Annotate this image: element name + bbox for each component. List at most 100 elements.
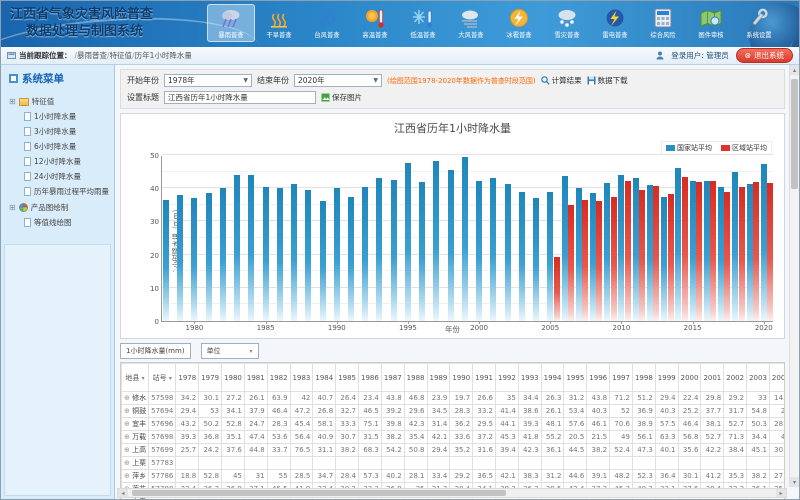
value-cell: 40.3 — [655, 405, 678, 418]
sidebar-title: 系统菜单 — [1, 65, 114, 91]
tree-group-products[interactable]: ⊞产品图绘制 — [9, 202, 112, 213]
chart-title-input[interactable]: 江西省历年1小时降水量 — [164, 91, 316, 104]
year-header-1980[interactable]: 1980 — [222, 364, 245, 392]
vertical-scrollbar[interactable]: ▴ ▾ — [789, 65, 799, 487]
logout-button[interactable]: ⊗ 退出系统 — [736, 48, 793, 63]
sidebar-item-等值线绘图[interactable]: 等值线绘图 — [9, 215, 112, 230]
year-header-1997[interactable]: 1997 — [610, 364, 633, 392]
year-header-1992[interactable]: 1992 — [495, 364, 518, 392]
horizontal-scrollbar[interactable]: ◂ ▸ — [117, 488, 787, 498]
value-cell: 48.1 — [541, 418, 564, 431]
save-image-button[interactable]: 保存图片 — [321, 92, 362, 103]
expand-radio-icon[interactable]: ⊕ — [124, 446, 130, 454]
table-type-button[interactable]: 1小时降水量(mm) — [120, 343, 191, 359]
chart-title: 江西省历年1小时降水量 — [121, 114, 784, 136]
breadcrumb-item[interactable]: 特征值 — [110, 51, 133, 60]
sidebar-item-12小时降水量[interactable]: 12小时降水量 — [9, 154, 112, 169]
year-header-1986[interactable]: 1986 — [359, 364, 382, 392]
region-cell[interactable]: ⊕ 铜鼓 — [122, 405, 149, 418]
region-cell[interactable]: ⊕ 宜丰 — [122, 418, 149, 431]
year-header-1999[interactable]: 1999 — [655, 364, 678, 392]
search-icon — [541, 76, 550, 85]
region-cell[interactable]: ⊕ 上高 — [122, 444, 149, 457]
breadcrumb-item[interactable]: 暴雨普查 — [77, 51, 107, 60]
toolbar-item-gale[interactable]: 大风普查 — [447, 4, 495, 42]
year-header-1987[interactable]: 1987 — [381, 364, 404, 392]
breadcrumb-item[interactable]: 历年1小时降水量 — [135, 51, 192, 60]
year-header-2000[interactable]: 2000 — [678, 364, 701, 392]
sidebar-item-1小时降水量[interactable]: 1小时降水量 — [9, 109, 112, 124]
year-header-1989[interactable]: 1989 — [427, 364, 450, 392]
expand-radio-icon[interactable]: ⊕ — [124, 459, 130, 467]
tree-group-features[interactable]: ⊞特征值 — [9, 96, 112, 107]
year-header-2001[interactable]: 2001 — [701, 364, 724, 392]
expand-icon[interactable]: ⊞ — [9, 98, 16, 106]
table-region-header[interactable]: 地县 ▾ — [122, 364, 149, 392]
start-year-select[interactable]: 1978年 ▼ — [164, 74, 252, 87]
scroll-down-arrow-icon[interactable]: ▾ — [790, 477, 799, 487]
toolbar-item-settings[interactable]: 系统设置 — [735, 4, 783, 42]
year-header-1995[interactable]: 1995 — [564, 364, 587, 392]
region-cell[interactable]: ⊕ 修水 — [122, 392, 149, 405]
toolbar-item-drought[interactable]: 干旱普查 — [255, 4, 303, 42]
unit-dropdown[interactable]: 单位 ▾ — [201, 343, 259, 359]
sidebar-item-24小时降水量[interactable]: 24小时降水量 — [9, 169, 112, 184]
region-cell[interactable]: ⊕ 上栗 — [122, 457, 149, 470]
expand-radio-icon[interactable]: ⊕ — [124, 433, 130, 441]
expand-icon[interactable]: ⊞ — [9, 204, 16, 212]
bar-regional-2011 — [639, 190, 645, 321]
year-header-1998[interactable]: 1998 — [632, 364, 655, 392]
year-header-1991[interactable]: 1991 — [473, 364, 496, 392]
value-cell — [564, 457, 587, 470]
scroll-left-arrow-icon[interactable]: ◂ — [118, 489, 128, 497]
year-header-2003[interactable]: 2003 — [747, 364, 770, 392]
expand-radio-icon[interactable]: ⊕ — [124, 420, 130, 428]
legend-item-国家站平均[interactable]: 国家站平均 — [666, 143, 712, 153]
year-header-1990[interactable]: 1990 — [450, 364, 473, 392]
table-station-header[interactable]: 站号 ▾ — [149, 364, 176, 392]
toolbar-item-risk-calc[interactable]: 综合风险 — [639, 4, 687, 42]
year-header-1981[interactable]: 1981 — [244, 364, 267, 392]
year-header-1996[interactable]: 1996 — [587, 364, 610, 392]
year-header-1984[interactable]: 1984 — [313, 364, 336, 392]
year-header-2002[interactable]: 2002 — [724, 364, 747, 392]
expand-radio-icon[interactable]: ⊕ — [124, 472, 130, 480]
region-cell[interactable]: ⊕ 万载 — [122, 431, 149, 444]
bar-regional-2020 — [767, 183, 773, 321]
value-cell: 30.1 — [678, 470, 701, 483]
scroll-right-arrow-icon[interactable]: ▸ — [776, 489, 786, 497]
toolbar-item-hightemp[interactable]: 高温普查 — [351, 4, 399, 42]
year-header-1994[interactable]: 1994 — [541, 364, 564, 392]
year-header-1978[interactable]: 1978 — [176, 364, 199, 392]
sidebar-item-历年暴雨过程平均雨量[interactable]: 历年暴雨过程平均雨量 — [9, 184, 112, 199]
toolbar-item-map-review[interactable]: 图件审核 — [687, 4, 735, 42]
toolbar-item-rainstorm[interactable]: 暴雨普查 — [207, 4, 255, 42]
year-header-1982[interactable]: 1982 — [267, 364, 290, 392]
toolbar-item-snow[interactable]: 雪灾普查 — [543, 4, 591, 42]
chart-legend[interactable]: 国家站平均区域站平均 — [661, 141, 772, 155]
sidebar-item-3小时降水量[interactable]: 3小时降水量 — [9, 124, 112, 139]
toolbar-item-lowtemp[interactable]: 低温普查 — [399, 4, 447, 42]
horizontal-scrollbar-thumb[interactable] — [132, 490, 506, 496]
end-year-select[interactable]: 2020年 ▼ — [294, 74, 382, 87]
expand-radio-icon[interactable]: ⊕ — [124, 407, 130, 415]
scroll-up-arrow-icon[interactable]: ▴ — [790, 65, 799, 75]
year-header-1985[interactable]: 1985 — [336, 364, 359, 392]
data-download-button[interactable]: 数据下载 — [587, 75, 628, 86]
year-header-2004[interactable]: 2004 — [769, 364, 785, 392]
bar-national-2016 — [704, 181, 710, 321]
year-header-1993[interactable]: 1993 — [518, 364, 541, 392]
toolbar-item-typhoon[interactable]: 台风普查 — [303, 4, 351, 42]
region-cell[interactable]: ⊕ 萍乡 — [122, 470, 149, 483]
legend-item-区域站平均[interactable]: 区域站平均 — [721, 143, 767, 153]
year-header-1979[interactable]: 1979 — [199, 364, 222, 392]
toolbar-item-hail[interactable]: 冰雹普查 — [495, 4, 543, 42]
expand-radio-icon[interactable]: ⊕ — [124, 498, 130, 499]
year-header-1988[interactable]: 1988 — [404, 364, 427, 392]
calc-result-button[interactable]: 计算结果 — [541, 75, 582, 86]
sidebar-item-6小时降水量[interactable]: 6小时降水量 — [9, 139, 112, 154]
toolbar-item-lightning[interactable]: 雷电普查 — [591, 4, 639, 42]
vertical-scrollbar-thumb[interactable] — [791, 79, 798, 189]
expand-radio-icon[interactable]: ⊕ — [124, 394, 130, 402]
year-header-1983[interactable]: 1983 — [290, 364, 313, 392]
